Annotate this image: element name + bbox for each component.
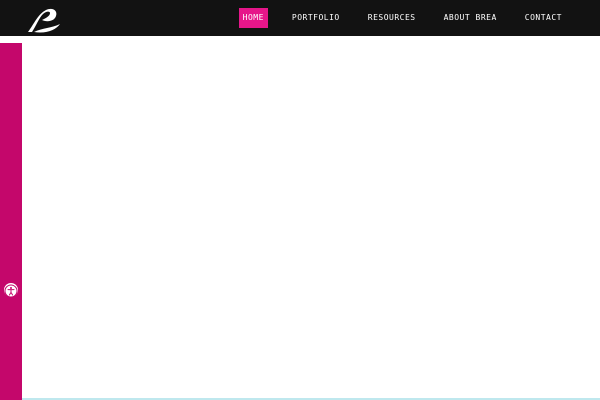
left-accent-sidebar (0, 43, 22, 400)
nav-portfolio[interactable]: PORTFOLIO (288, 8, 344, 28)
nav-resources[interactable]: RESOURCES (364, 8, 420, 28)
page: HOME PORTFOLIO RESOURCES ABOUT BREA CONT… (0, 0, 600, 400)
nav-home[interactable]: HOME (238, 8, 268, 28)
main-nav: HOME PORTFOLIO RESOURCES ABOUT BREA CONT… (238, 0, 600, 36)
accessibility-icon[interactable] (4, 283, 18, 298)
nav-contact[interactable]: CONTACT (521, 8, 566, 28)
brea-logo-icon[interactable] (24, 4, 64, 34)
top-navigation-bar: HOME PORTFOLIO RESOURCES ABOUT BREA CONT… (0, 0, 600, 36)
nav-about-brea[interactable]: ABOUT BREA (440, 8, 501, 28)
main-content-area (22, 36, 600, 398)
